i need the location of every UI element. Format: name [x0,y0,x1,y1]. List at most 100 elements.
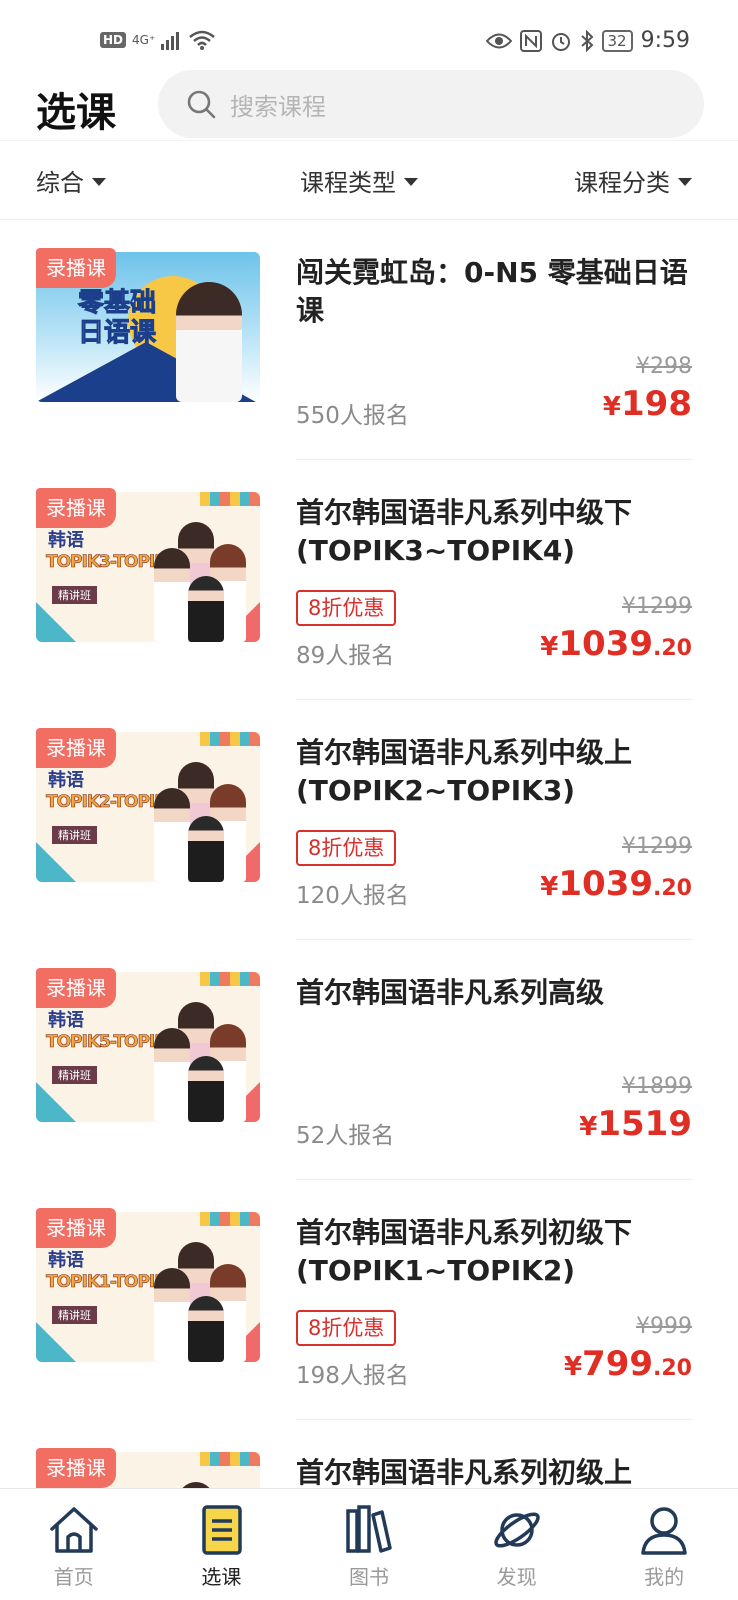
filter-comprehensive[interactable]: 综合 [36,163,106,198]
thumbnail-title-line: 零基础 [77,288,157,319]
current-price: ¥198 [603,384,692,424]
recorded-course-tag: 录播课 [36,488,116,528]
teachers-photo [154,758,246,882]
wifi-icon [189,30,216,50]
course-list-icon [202,1505,243,1555]
thumbnail-language: 韩语 [48,1250,84,1271]
bluetooth-icon [580,29,593,52]
price-currency: ¥ [579,1112,598,1142]
nfc-icon [519,29,542,52]
course-item[interactable]: 韩语 TOPIK1-TOPIK2 精讲班 录播课 首尔韩国语非凡系列初级下(TO… [0,1180,738,1420]
recorded-course-tag: 录播课 [36,968,116,1008]
thumbnail-language: 韩语 [48,530,84,551]
course-item[interactable]: 韩语 TOPIK3-TOPIK4 精讲班 录播课 首尔韩国语非凡系列中级下(TO… [0,460,738,700]
course-item[interactable]: 零基础 日语课 录播课 闯关霓虹岛：0-N5 零基础日语课 ¥298 550人报… [0,220,738,460]
price-currency: ¥ [602,392,622,422]
enrolled-count: 120人报名 [296,883,409,909]
stripe-decoration [200,492,260,506]
filter-bar: 综合 课程类型 课程分类 [0,140,738,220]
current-price: ¥1039.20 [540,624,692,664]
teacher-photo [176,282,242,402]
user-icon [641,1507,687,1555]
discount-badge: 8折优惠 [296,590,397,626]
stripe-decoration [200,1452,260,1466]
discount-badge: 8折优惠 [296,1310,397,1346]
recorded-course-tag: 录播课 [36,1448,116,1488]
filter-label: 综合 [36,169,84,197]
filter-label: 课程类型 [300,169,396,197]
tab-books[interactable]: 图书 [295,1489,443,1600]
bottom-tab-bar: 首页 选课 图书 发现 我的 [0,1488,738,1600]
filter-course-type[interactable]: 课程类型 [300,163,418,198]
current-price: ¥1039.20 [540,864,692,904]
price-integer: 1519 [597,1104,692,1144]
price-decimal: .20 [653,1356,692,1381]
price-integer: 799 [582,1344,654,1384]
corner-decoration [36,842,76,882]
tab-discover[interactable]: 发现 [443,1489,591,1600]
tab-label: 我的 [644,1565,685,1589]
thumbnail-language: 韩语 [48,1010,84,1031]
price-currency: ¥ [540,872,559,902]
hd-icon: HD [100,32,127,48]
clock: 9:59 [640,28,690,53]
enrolled-count: 198人报名 [296,1363,409,1389]
alarm-icon [551,32,570,51]
tab-label: 图书 [348,1565,389,1589]
tab-label: 发现 [496,1565,537,1589]
course-item[interactable]: 韩语 TOPIK5-TOPIK6 精讲班 录播课 首尔韩国语非凡系列高级 ¥18… [0,940,738,1180]
search-icon [187,90,216,119]
original-price: ¥298 [636,354,692,379]
recorded-course-tag: 录播课 [36,248,116,288]
course-item[interactable]: 韩语 TOPIK2-TOPIK3 精讲班 录播课 首尔韩国语非凡系列中级上(TO… [0,700,738,940]
tab-home[interactable]: 首页 [0,1489,148,1600]
planet-icon [493,1512,540,1548]
price-integer: 198 [621,384,692,424]
recorded-course-tag: 录播课 [36,728,116,768]
course-title: 首尔韩国语非凡系列高级 [296,976,605,1009]
status-left: HD 4G⁺ [100,30,216,50]
stripe-decoration [200,1212,260,1226]
enrolled-count: 89人报名 [296,643,395,669]
price-integer: 1039 [558,624,654,664]
current-price: ¥1519 [579,1104,692,1144]
stripe-decoration [200,972,260,986]
teachers-photo [154,518,246,642]
tab-profile[interactable]: 我的 [590,1489,738,1600]
thumbnail-language: 韩语 [48,770,84,791]
price-decimal: .20 [653,876,692,901]
original-price: ¥999 [636,1314,692,1339]
filter-label: 课程分类 [574,169,670,197]
thumbnail-title-line: 日语课 [77,318,157,349]
caret-down-icon [92,177,106,186]
stripe-decoration [200,732,260,746]
search-placeholder: 搜索课程 [230,92,326,121]
course-list: 零基础 日语课 录播课 闯关霓虹岛：0-N5 零基础日语课 ¥298 550人报… [0,220,738,1488]
thumbnail-class-label: 精讲班 [52,586,97,604]
corner-decoration [36,1082,76,1122]
teachers-photo [154,1478,246,1488]
enrolled-count: 550人报名 [296,403,409,429]
filter-course-category[interactable]: 课程分类 [574,163,692,198]
course-title: 首尔韩国语非凡系列中级下(TOPIK3~TOPIK4) [296,496,633,567]
corner-decoration [36,1322,76,1362]
page-title: 选课 [36,90,116,136]
header: 选课 搜索课程 [0,68,738,140]
course-item[interactable]: 录播课 首尔韩国语非凡系列初级上 [0,1420,738,1488]
thumbnail-class-label: 精讲班 [52,1306,97,1324]
discount-badge: 8折优惠 [296,830,397,866]
teachers-photo [154,1238,246,1362]
search-input[interactable]: 搜索课程 [158,70,704,138]
course-title: 首尔韩国语非凡系列初级下(TOPIK1~TOPIK2) [296,1216,633,1287]
corner-decoration [36,602,76,642]
tab-courses[interactable]: 选课 [148,1489,296,1600]
status-right: 32 9:59 [485,28,690,53]
tab-label: 选课 [201,1565,242,1589]
course-title: 首尔韩国语非凡系列中级上(TOPIK2~TOPIK3) [296,736,633,807]
course-title: 首尔韩国语非凡系列初级上 [296,1456,633,1488]
network-label: 4G⁺ [132,33,156,47]
price-decimal: .20 [653,636,692,661]
battery-indicator: 32 [601,29,633,52]
thumbnail-title: 零基础 日语课 [77,288,157,349]
home-icon [50,1507,98,1553]
